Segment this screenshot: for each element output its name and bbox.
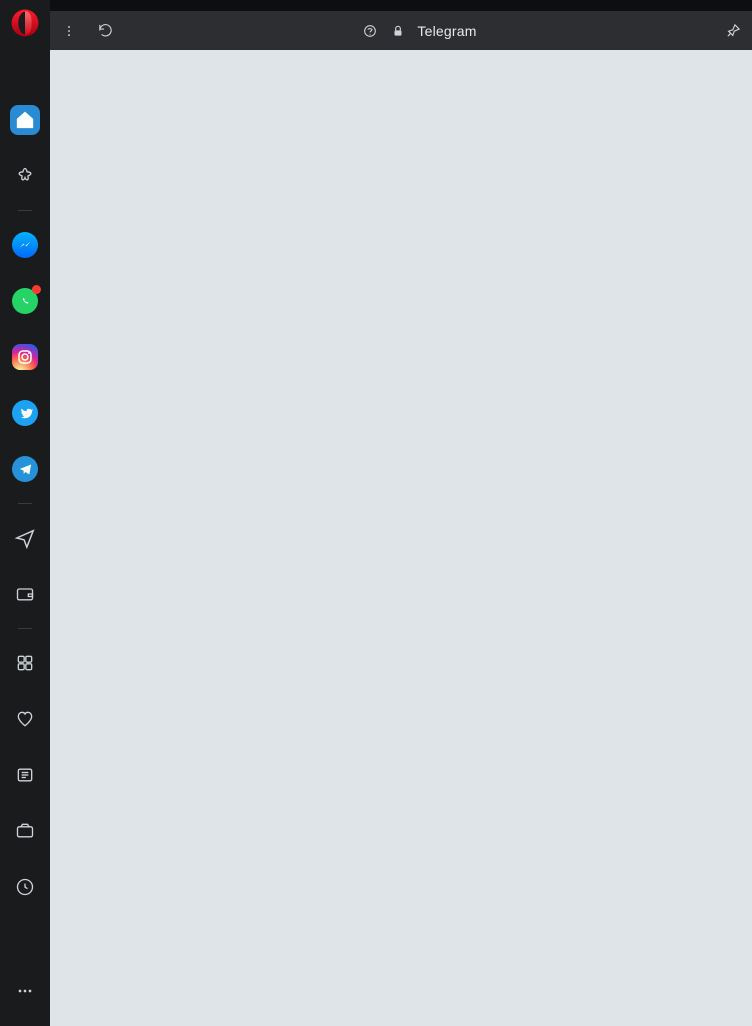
sidebar-item-telegram[interactable] bbox=[10, 454, 40, 484]
kebab-icon bbox=[62, 24, 76, 38]
app-root: Telegram bbox=[0, 0, 752, 1026]
sidebar-item-instagram[interactable] bbox=[10, 342, 40, 372]
grid-icon bbox=[15, 653, 35, 673]
telegram-icon bbox=[12, 456, 38, 482]
send-icon bbox=[14, 527, 36, 549]
sidebar-item-snapshot[interactable] bbox=[10, 816, 40, 846]
home-icon bbox=[15, 110, 35, 130]
whatsapp-icon bbox=[12, 288, 38, 314]
panel-menu-button[interactable] bbox=[60, 22, 78, 40]
sidebar-item-messenger[interactable] bbox=[10, 230, 40, 260]
sidebar-item-home[interactable] bbox=[10, 105, 40, 135]
assistant-icon bbox=[361, 22, 379, 40]
main-column: Telegram bbox=[50, 0, 752, 1026]
wallet-icon bbox=[15, 584, 35, 604]
history-icon bbox=[15, 877, 35, 897]
site-label: Telegram bbox=[417, 23, 476, 39]
sidebar bbox=[0, 0, 50, 1026]
sidebar-item-favorites[interactable] bbox=[10, 704, 40, 734]
reload-button[interactable] bbox=[96, 22, 114, 40]
reload-icon bbox=[97, 22, 114, 39]
sidebar-item-twitter[interactable] bbox=[10, 398, 40, 428]
star-outline-icon bbox=[15, 166, 35, 186]
sidebar-item-wallet[interactable] bbox=[10, 579, 40, 609]
sidebar-divider bbox=[18, 628, 32, 629]
address-display[interactable]: Telegram bbox=[114, 22, 724, 40]
snapshot-icon bbox=[15, 821, 35, 841]
more-horizontal-icon bbox=[15, 981, 35, 1001]
sidebar-item-pinboards[interactable] bbox=[10, 161, 40, 191]
sidebar-divider bbox=[18, 210, 32, 211]
tab-strip[interactable] bbox=[50, 0, 752, 11]
twitter-icon bbox=[12, 400, 38, 426]
pin-icon bbox=[725, 22, 742, 39]
sidebar-item-news[interactable] bbox=[10, 760, 40, 790]
lock-icon bbox=[389, 22, 407, 40]
sidebar-divider bbox=[18, 503, 32, 504]
sidebar-item-whatsapp[interactable] bbox=[10, 286, 40, 316]
instagram-icon bbox=[12, 344, 38, 370]
heart-icon bbox=[15, 709, 35, 729]
opera-icon bbox=[11, 9, 39, 37]
sidebar-item-flow[interactable] bbox=[10, 523, 40, 553]
news-icon bbox=[15, 765, 35, 785]
opera-logo[interactable] bbox=[10, 8, 40, 38]
page-content[interactable] bbox=[50, 50, 752, 1026]
sidebar-item-more[interactable] bbox=[10, 976, 40, 1006]
address-bar: Telegram bbox=[50, 11, 752, 50]
notification-badge bbox=[32, 285, 41, 294]
pin-panel-button[interactable] bbox=[724, 22, 742, 40]
messenger-icon bbox=[12, 232, 38, 258]
sidebar-item-history[interactable] bbox=[10, 872, 40, 902]
sidebar-item-workspaces[interactable] bbox=[10, 648, 40, 678]
